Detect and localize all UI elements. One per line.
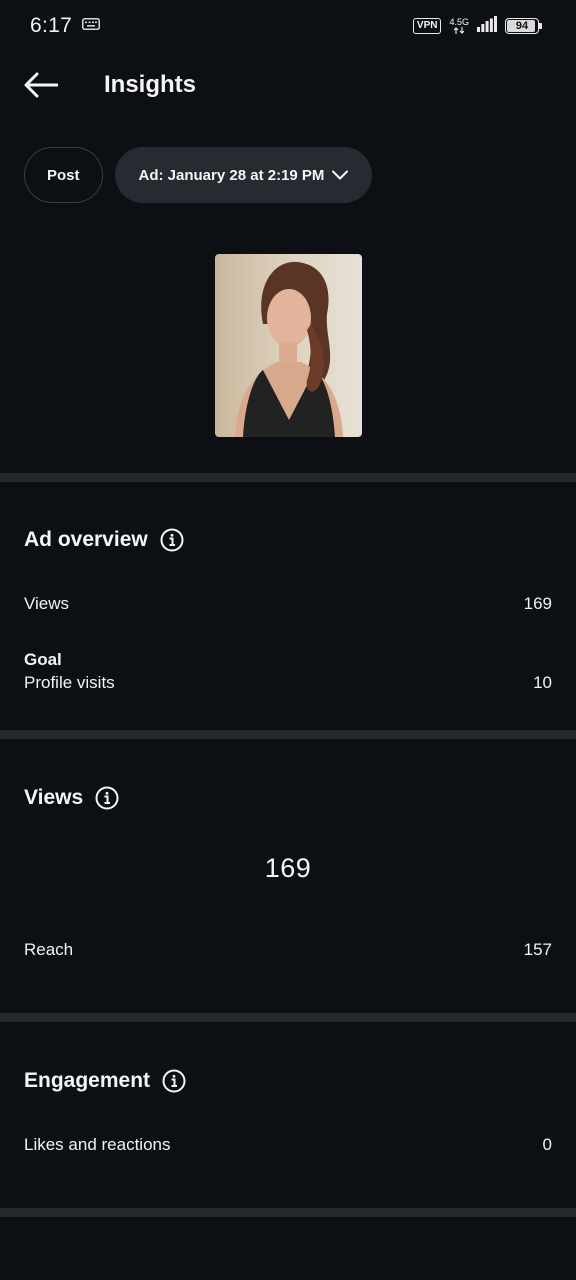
battery-tip: [539, 23, 542, 29]
status-time: 6:17: [30, 14, 73, 37]
views-header: Views: [24, 786, 119, 810]
engagement-title: Engagement: [24, 1069, 151, 1092]
goal-label: Goal: [24, 650, 62, 669]
chevron-down-icon: [332, 170, 349, 180]
status-left: 6:17: [30, 14, 101, 38]
battery-icon: 94: [505, 18, 542, 34]
info-icon[interactable]: [95, 786, 119, 810]
ad-date-dropdown[interactable]: Ad: January 28 at 2:19 PM: [114, 147, 373, 203]
post-thumbnail[interactable]: [215, 254, 362, 437]
signal-icon: [477, 15, 497, 37]
reach-value: 157: [523, 940, 552, 959]
views-value: 169: [523, 594, 552, 613]
profile-visits-row: Profile visits 10: [24, 673, 552, 693]
divider: [0, 1013, 576, 1022]
divider: [0, 1208, 576, 1217]
likes-label: Likes and reactions: [24, 1135, 171, 1154]
likes-row: Likes and reactions 0: [24, 1135, 552, 1155]
vpn-badge: VPN: [412, 18, 442, 34]
ad-overview-title: Ad overview: [24, 528, 148, 551]
views-section-title: Views: [24, 786, 84, 809]
views-total: 169: [264, 853, 312, 883]
ad-date-label: Ad: January 28 at 2:19 PM: [138, 166, 325, 184]
battery-level: 94: [515, 20, 529, 32]
network-type: 4.5G: [449, 18, 469, 34]
reach-row: Reach 157: [24, 940, 552, 960]
info-icon[interactable]: [160, 528, 184, 552]
reach-label: Reach: [24, 940, 74, 959]
header: Insights: [0, 56, 576, 114]
data-arrows-icon: [454, 27, 465, 34]
profile-visits-label: Profile visits: [24, 673, 115, 692]
arrow-left-icon: [24, 72, 58, 98]
ad-overview-header: Ad overview: [24, 528, 184, 552]
status-right: VPN 4.5G 94: [412, 15, 542, 37]
battery-body: 94: [505, 18, 539, 34]
divider: [0, 730, 576, 739]
post-chip-label: Post: [47, 166, 80, 184]
engagement-header: Engagement: [24, 1069, 186, 1093]
divider: [0, 473, 576, 482]
back-button[interactable]: [12, 56, 70, 114]
filter-chips: Post Ad: January 28 at 2:19 PM: [24, 147, 373, 203]
views-label: Views: [24, 594, 70, 613]
status-bar: 6:17 VPN 4.5G 94: [0, 0, 576, 52]
network-label: 4.5G: [449, 17, 469, 27]
keyboard-icon: [82, 17, 101, 35]
page-title: Insights: [104, 71, 197, 98]
views-row: Views 169: [24, 594, 552, 614]
post-chip[interactable]: Post: [24, 147, 103, 203]
likes-value: 0: [542, 1135, 552, 1154]
profile-visits-value: 10: [533, 673, 552, 692]
info-icon[interactable]: [162, 1069, 186, 1093]
